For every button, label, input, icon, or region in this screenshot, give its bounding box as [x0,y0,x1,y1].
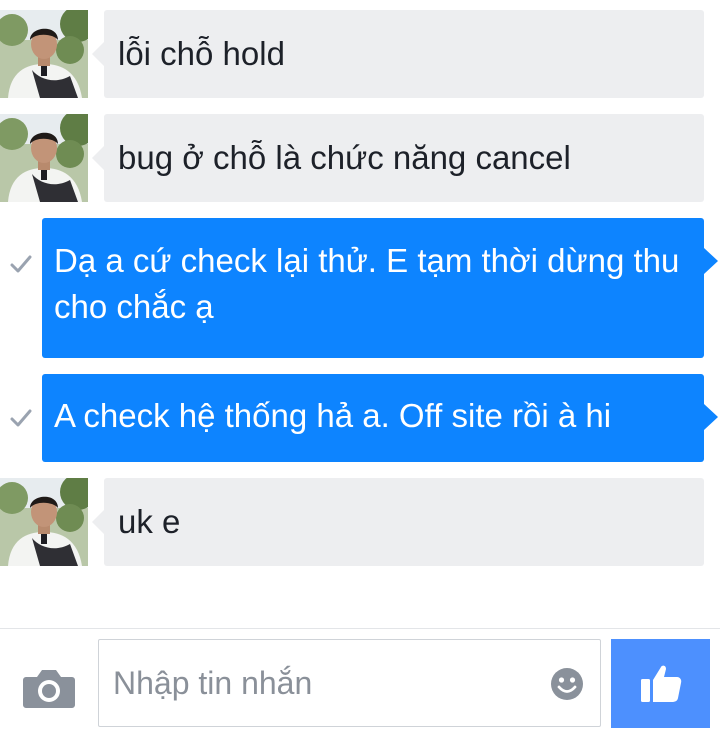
message-composer [0,628,720,737]
check-icon [8,405,34,431]
message-text: uk e [118,503,181,540]
emoji-button[interactable] [550,667,584,701]
message-text-line: Dạ a cứ check lại thử. E tạm thời dừng t… [54,242,680,279]
avatar-image [0,10,88,98]
camera-button[interactable] [22,667,76,709]
avatar-image [0,478,88,566]
message-row: bug ở chỗ là chức năng cancel [0,114,720,202]
message-text: lỗi chỗ hold [118,35,285,72]
message-row: A check hệ thống hả a. Off site rồi à hi [0,374,720,462]
message-thread[interactable]: lỗi chỗ hold bug ở chỗ là chức năng canc… [0,0,720,628]
message-text: A check hệ thống hả a. Off site rồi à hi [54,397,612,434]
message-input-box[interactable] [98,639,601,727]
incoming-message-bubble[interactable]: uk e [92,478,704,566]
avatar-image [0,114,88,202]
outgoing-message-bubble[interactable]: Dạ a cứ check lại thử. E tạm thời dừng t… [42,218,718,358]
smiley-icon [551,668,583,700]
like-send-button[interactable] [611,639,710,728]
user-avatar[interactable] [0,478,88,566]
thumbs-up-icon [641,665,682,702]
message-row: uk e [0,478,720,566]
incoming-message-bubble[interactable]: lỗi chỗ hold [92,10,704,98]
message-text: bug ở chỗ là chức năng cancel [118,139,571,176]
user-avatar[interactable] [0,114,88,202]
outgoing-message-bubble[interactable]: A check hệ thống hả a. Off site rồi à hi [42,374,718,462]
message-text-line: cho chắc ạ [54,288,214,325]
incoming-message-bubble[interactable]: bug ở chỗ là chức năng cancel [92,114,704,202]
message-row: lỗi chỗ hold [0,10,720,98]
message-input[interactable] [113,640,533,726]
message-row: Dạ a cứ check lại thử. E tạm thời dừng t… [0,218,720,358]
user-avatar[interactable] [0,10,88,98]
camera-icon [23,670,75,708]
check-icon [8,251,34,277]
